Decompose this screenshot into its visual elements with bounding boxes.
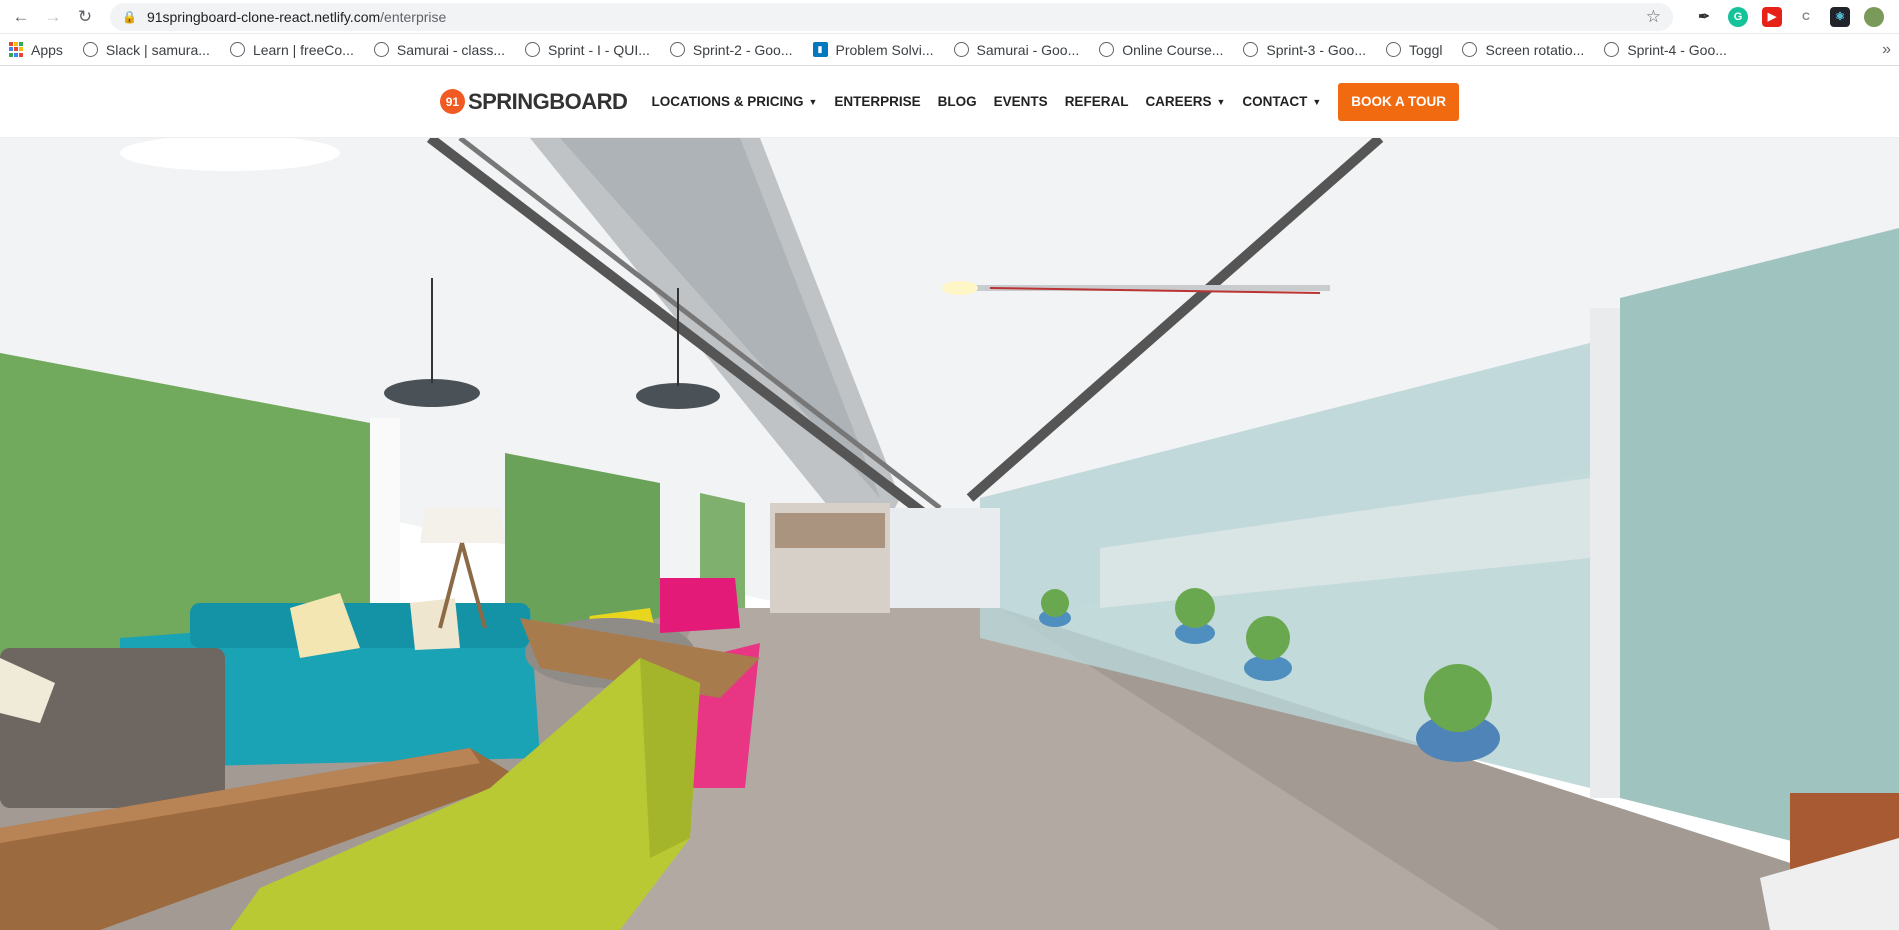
reload-icon[interactable]: ↻ bbox=[72, 4, 98, 30]
nav-contact[interactable]: CONTACT ▼ bbox=[1242, 94, 1321, 109]
url-host: 91springboard-clone-react.netlify.com bbox=[146, 8, 381, 25]
caret-down-icon: ▼ bbox=[808, 96, 818, 107]
bookmark-label: Sprint-2 - Goo... bbox=[692, 41, 793, 58]
globe-icon bbox=[1462, 42, 1478, 57]
bookmark-label: Sprint-3 - Goo... bbox=[1266, 41, 1367, 58]
bookmark-label: Samurai - Goo... bbox=[976, 41, 1080, 58]
nav-enterprise[interactable]: ENTERPRISE bbox=[834, 94, 920, 109]
globe-icon bbox=[525, 42, 540, 57]
bookmark-label: Online Course... bbox=[1122, 41, 1224, 58]
hero-banner bbox=[0, 138, 1899, 930]
globe-icon bbox=[669, 42, 685, 57]
globe-icon bbox=[82, 42, 98, 57]
star-icon[interactable]: ☆ bbox=[1646, 7, 1661, 27]
bookmark-label: Samurai - class... bbox=[396, 41, 505, 58]
bookmark-item[interactable]: Samurai - class... bbox=[373, 41, 505, 58]
globe-icon bbox=[953, 42, 969, 57]
globe-icon bbox=[373, 42, 389, 57]
browser-toolbar: ← → ↻ 🔒 91springboard-clone-react.netlif… bbox=[0, 0, 1899, 34]
lock-icon[interactable]: 🔒 bbox=[122, 10, 137, 24]
youtube-icon[interactable]: ▶ bbox=[1762, 6, 1782, 27]
bookmarks-overflow-button[interactable]: » bbox=[1882, 41, 1891, 59]
bookmark-item[interactable]: Online Course... bbox=[1099, 42, 1223, 58]
url-path: /enterprise bbox=[380, 8, 447, 25]
bookmark-item[interactable]: Slack | samura... bbox=[82, 41, 210, 58]
bookmark-label: Toggl bbox=[1409, 41, 1443, 58]
bookmark-item[interactable]: Sprint - I - QUI... bbox=[525, 42, 650, 58]
pen-extension-icon[interactable]: ✒ bbox=[1694, 7, 1714, 27]
bookmark-label: Apps bbox=[31, 41, 63, 58]
address-bar[interactable]: 🔒 91springboard-clone-react.netlify.com … bbox=[110, 2, 1673, 31]
nav-blog[interactable]: BLOG bbox=[938, 94, 977, 109]
back-icon[interactable]: ← bbox=[8, 4, 34, 30]
nav-label: CONTACT bbox=[1242, 94, 1308, 109]
bookmark-label: Learn | freeCo... bbox=[252, 41, 354, 58]
nav-referal[interactable]: REFERAL bbox=[1065, 94, 1129, 109]
bookmark-item[interactable]: Sprint-2 - Goo... bbox=[669, 41, 793, 58]
bookmark-item[interactable]: Samurai - Goo... bbox=[953, 41, 1080, 58]
bookmark-item[interactable]: Sprint-4 - Goo... bbox=[1604, 42, 1727, 58]
bookmarks-bar: Apps Slack | samura... Learn | freeCo...… bbox=[0, 34, 1899, 66]
logo-text: SPRINGBOARD bbox=[467, 88, 628, 114]
ci-extension-icon[interactable]: C bbox=[1796, 7, 1816, 27]
globe-icon bbox=[1386, 42, 1402, 57]
nav-label: LOCATIONS & PRICING bbox=[651, 94, 804, 109]
nav-events[interactable]: EVENTS bbox=[994, 94, 1048, 109]
main-nav: LOCATIONS & PRICING ▼ ENTERPRISE BLOG EVE… bbox=[651, 82, 1460, 121]
trello-icon: ▮ bbox=[812, 42, 828, 57]
grammarly-icon[interactable]: G bbox=[1728, 6, 1748, 27]
book-a-tour-button[interactable]: BOOK A TOUR bbox=[1338, 82, 1460, 121]
bookmark-label: Slack | samura... bbox=[105, 41, 210, 58]
globe-icon bbox=[1243, 42, 1259, 57]
site-header: 91 SPRINGBOARD LOCATIONS & PRICING ▼ ENTE… bbox=[0, 66, 1899, 138]
caret-down-icon: ▼ bbox=[1216, 96, 1226, 107]
profile-avatar[interactable] bbox=[1864, 6, 1884, 27]
nav-locations-pricing[interactable]: LOCATIONS & PRICING ▼ bbox=[651, 94, 817, 109]
bookmark-item[interactable]: Screen rotatio... bbox=[1462, 42, 1584, 58]
bookmark-label: Sprint-4 - Goo... bbox=[1627, 41, 1727, 58]
bookmark-item[interactable]: Sprint-3 - Goo... bbox=[1243, 42, 1366, 58]
logo-badge: 91 bbox=[439, 89, 465, 114]
react-devtools-icon[interactable]: ⚛ bbox=[1830, 6, 1850, 27]
bookmark-item[interactable]: Toggl bbox=[1386, 42, 1442, 58]
hero-office-image bbox=[0, 138, 1899, 930]
site-logo[interactable]: 91 SPRINGBOARD bbox=[439, 88, 628, 115]
bookmark-label: Problem Solvi... bbox=[835, 41, 934, 58]
bookmark-apps[interactable]: Apps bbox=[8, 42, 63, 58]
nav-careers[interactable]: CAREERS ▼ bbox=[1145, 94, 1225, 109]
bookmark-label: Screen rotatio... bbox=[1485, 41, 1585, 58]
globe-icon bbox=[1099, 42, 1115, 57]
globe-icon bbox=[229, 42, 245, 57]
extension-bar: ✒ G ▶ C ⚛ bbox=[1687, 6, 1891, 27]
bookmark-item[interactable]: ▮ Problem Solvi... bbox=[812, 41, 934, 58]
caret-down-icon: ▼ bbox=[1312, 96, 1322, 107]
forward-icon[interactable]: → bbox=[40, 4, 66, 30]
apps-grid-icon bbox=[8, 42, 23, 57]
bookmark-label: Sprint - I - QUI... bbox=[548, 41, 650, 58]
globe-icon bbox=[1604, 42, 1620, 57]
bookmark-item[interactable]: Learn | freeCo... bbox=[229, 41, 354, 58]
nav-label: CAREERS bbox=[1145, 94, 1212, 109]
